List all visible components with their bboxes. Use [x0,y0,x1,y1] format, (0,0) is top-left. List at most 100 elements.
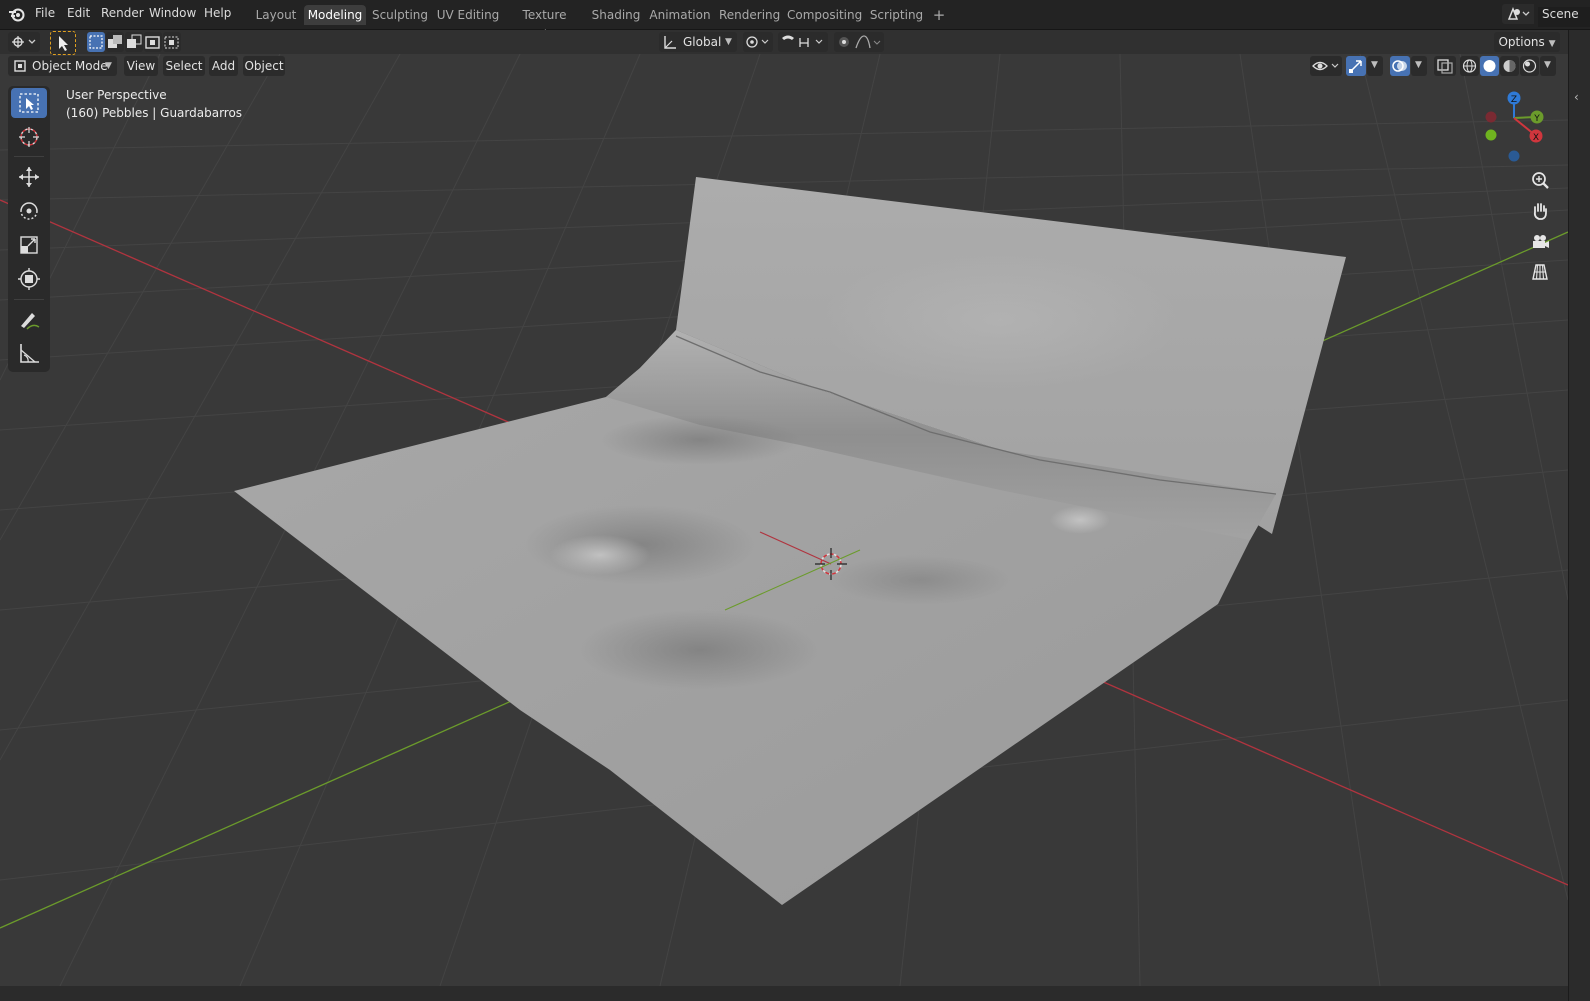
tab-scripting[interactable]: Scripting [868,5,925,25]
active-object-label: (160) Pebbles | Guardabarros [66,106,243,120]
select-mode-new-button[interactable] [87,32,105,52]
mode-label: Object Mode [32,59,108,73]
snap-magnet-icon [782,35,823,47]
editor-type-icon [12,36,36,48]
select-subtract-icon [127,34,142,48]
viewport-scene[interactable] [0,54,1568,986]
select-new-icon [89,35,103,49]
camera-icon [1533,235,1549,248]
shading-rendered-button[interactable] [1520,56,1539,76]
scene-name-field[interactable]: Scene [1538,7,1590,27]
tab-rendering[interactable]: Rendering [719,5,780,25]
chevron-down-icon: ▼ [725,37,732,47]
zoom-button[interactable] [1526,167,1554,195]
wireframe-sphere-icon [1462,59,1477,73]
select-mode-extend-button[interactable] [106,32,124,52]
select-tool-indicator[interactable] [50,31,76,55]
menu-window[interactable]: Window [149,6,196,20]
3d-viewport[interactable] [0,54,1568,986]
eye-icon [1312,61,1339,71]
options-dropdown[interactable]: Options ▼ [1494,32,1560,52]
menu-file[interactable]: File [35,6,55,20]
tool-move[interactable] [11,162,47,192]
select-mode-invert-button[interactable] [144,32,162,52]
scene-browse-icon[interactable] [1502,4,1534,24]
tool-header: Global ▼ Options ▼ [0,30,1590,55]
toolbar-divider [14,299,44,300]
overlay-dropdown[interactable]: ▼ [1411,56,1427,76]
tool-rotate[interactable] [11,196,47,226]
chevron-down-icon: ▼ [1371,60,1378,70]
overlay-icon [1392,60,1407,72]
proportional-edit-controls[interactable] [834,32,884,52]
pan-button[interactable] [1526,197,1554,225]
tool-transform[interactable] [11,264,47,294]
gizmo-z-label: Z [1511,95,1517,105]
tab-layout[interactable]: Layout [252,5,300,25]
menu-edit[interactable]: Edit [67,6,90,20]
gizmo-icon [1349,60,1362,73]
navigation-gizmo[interactable]: Z Y X [1480,86,1560,166]
mode-dropdown[interactable]: Object Mode ▼ [8,56,117,76]
add-workspace-button[interactable]: + [930,5,948,25]
hand-icon [1533,203,1547,220]
chevron-left-icon[interactable]: ‹ [1574,90,1579,104]
add-menu[interactable]: Add [209,56,238,76]
pivot-point-dropdown[interactable] [743,32,773,52]
viewport-info: User Perspective (160) Pebbles | Guardab… [66,86,242,122]
perspective-label: User Perspective [66,88,167,102]
tab-modeling[interactable]: Modeling [304,5,366,25]
shading-wireframe-button[interactable] [1460,56,1479,76]
orientation-label: Global [683,35,722,49]
tab-shading[interactable]: Shading [590,5,642,25]
move-icon [19,167,39,187]
view-menu[interactable]: View [124,56,158,76]
tab-animation[interactable]: Animation [648,5,712,25]
status-strip [0,986,1568,1001]
snap-controls[interactable] [778,32,828,52]
select-intersect-icon [164,36,179,49]
select-menu-label: Select [165,59,203,73]
xray-toggle-button[interactable] [1434,56,1456,76]
blender-logo-icon[interactable] [8,6,26,24]
object-menu[interactable]: Object [243,56,285,76]
rendered-sphere-icon [1522,59,1537,73]
options-label: Options [1498,35,1545,49]
visibility-dropdown[interactable] [1310,56,1342,76]
proportional-edit-icon [839,35,881,49]
gizmo-dropdown[interactable]: ▼ [1367,56,1383,76]
shading-material-button[interactable] [1500,56,1519,76]
select-extend-icon [108,35,122,48]
pivot-icon [746,36,769,48]
sidebar-collapsed-strip[interactable]: ‹ [1568,30,1590,1001]
tool-annotate[interactable] [11,304,47,334]
tool-scale[interactable] [11,230,47,260]
tool-measure[interactable] [11,338,47,368]
zoom-icon [1532,172,1549,189]
editor-type-button[interactable] [8,32,40,52]
camera-view-button[interactable] [1526,228,1554,256]
grid-icon [1532,264,1548,280]
add-menu-label: Add [211,59,236,73]
select-menu[interactable]: Select [163,56,205,76]
solid-sphere-icon [1483,60,1496,72]
top-menu-bar: File Edit Render Window Help Layout Mode… [0,0,1590,42]
transform-orientation-dropdown[interactable]: Global ▼ [659,32,737,52]
ortho-toggle-button[interactable] [1526,258,1554,286]
tab-compositing[interactable]: Compositing [787,5,862,25]
menu-help[interactable]: Help [204,6,231,20]
scale-icon [20,236,38,254]
tab-texture-paint[interactable]: Texture Paint [506,5,583,42]
tab-sculpting[interactable]: Sculpting [370,5,430,25]
gizmo-toggle-button[interactable] [1346,56,1366,76]
overlay-toggle-button[interactable] [1390,56,1410,76]
select-mode-subtract-button[interactable] [125,32,143,52]
tool-cursor[interactable] [11,122,47,152]
tab-uv-editing[interactable]: UV Editing [436,5,500,25]
menu-render[interactable]: Render [101,6,144,20]
select-mode-intersect-button[interactable] [163,32,181,52]
scene-selector[interactable]: Scene [1502,4,1590,27]
shading-dropdown[interactable]: ▼ [1540,56,1556,76]
shading-solid-button[interactable] [1480,56,1499,76]
tool-select-box[interactable] [11,88,47,118]
